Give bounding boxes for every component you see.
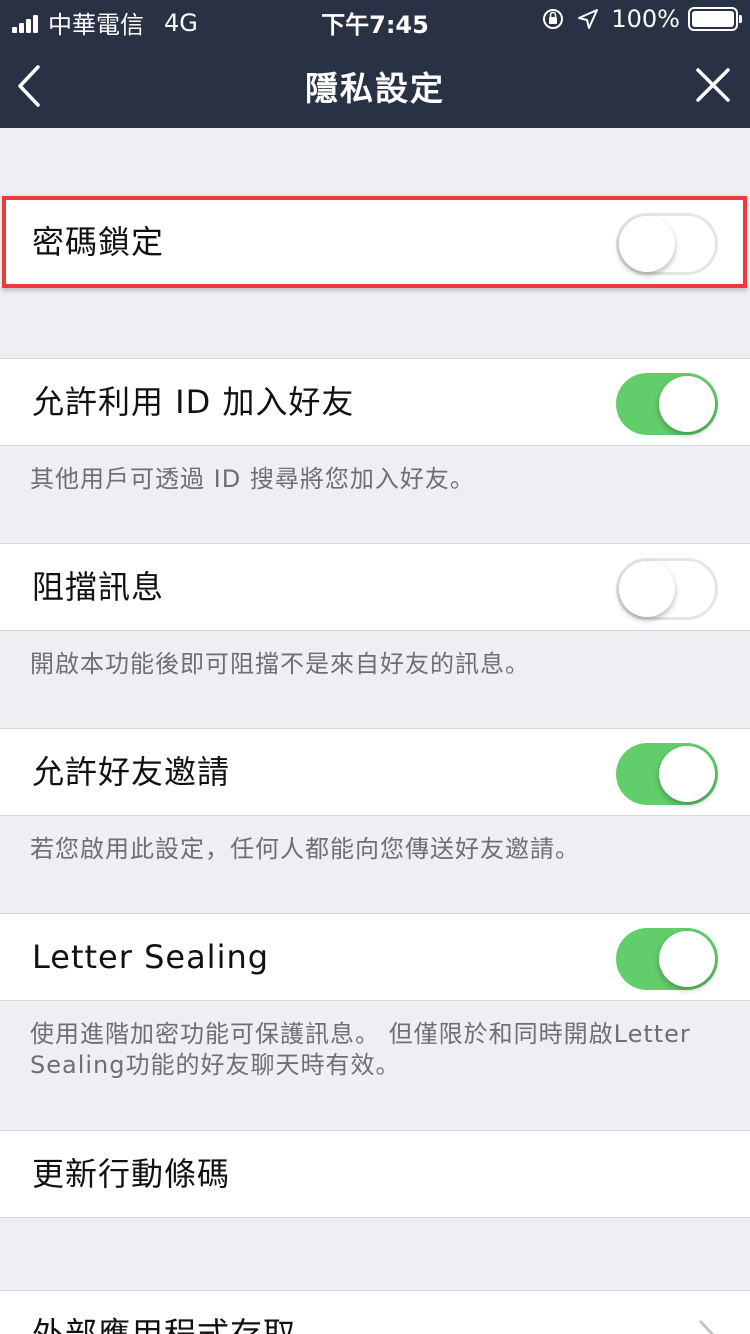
location-icon <box>577 8 599 30</box>
rotation-lock-icon <box>541 7 565 31</box>
setting-label: 阻擋訊息 <box>32 568 165 606</box>
highlight-box <box>2 196 747 288</box>
allow-friend-invites-toggle[interactable] <box>616 743 718 805</box>
setting-description-line-1: 使用進階加密功能可保護訊息。 但僅限於和同時開啟Letter <box>30 1020 691 1048</box>
status-bar: 中華電信 4G 下午7:45 100% <box>0 0 750 40</box>
toggle-knob <box>659 931 715 987</box>
toggle-knob <box>659 376 715 432</box>
setting-row-allow-id-add: 允許利用 ID 加入好友 <box>0 358 750 446</box>
setting-row-letter-sealing: Letter Sealing <box>0 913 750 1001</box>
toggle-knob <box>619 561 675 617</box>
setting-description: 開啟本功能後即可阻擋不是來自好友的訊息。 <box>30 650 530 678</box>
setting-label: 更新行動條碼 <box>32 1155 231 1193</box>
toggle-knob <box>659 746 715 802</box>
app-header: 中華電信 4G 下午7:45 100% 隱私設定 <box>0 0 750 128</box>
setting-description: 其他用戶可透過 ID 搜尋將您加入好友。 <box>30 465 475 493</box>
allow-id-add-toggle[interactable] <box>616 373 718 435</box>
battery-icon <box>688 7 742 31</box>
setting-label: 允許好友邀請 <box>32 753 231 791</box>
letter-sealing-toggle[interactable] <box>616 928 718 990</box>
setting-label: Letter Sealing <box>32 938 270 976</box>
setting-description-line-2: Sealing功能的好友聊天時有效。 <box>30 1051 401 1079</box>
block-messages-toggle[interactable] <box>616 558 718 620</box>
setting-label: 外部應用程式存取 <box>32 1315 297 1334</box>
close-icon[interactable] <box>696 68 730 102</box>
setting-label: 允許利用 ID 加入好友 <box>32 383 355 421</box>
status-right: 100% <box>541 5 742 33</box>
battery-percent: 100% <box>611 5 680 33</box>
setting-row-allow-friend-invites: 允許好友邀請 <box>0 728 750 816</box>
setting-row-external-app-access[interactable]: 外部應用程式存取 <box>0 1290 750 1334</box>
setting-row-block-messages: 阻擋訊息 <box>0 543 750 631</box>
page-title: 隱私設定 <box>305 69 445 108</box>
nav-bar: 隱私設定 <box>0 44 750 128</box>
chevron-right-icon <box>698 1319 716 1334</box>
setting-description: 若您啟用此設定，任何人都能向您傳送好友邀請。 <box>30 835 580 863</box>
setting-row-update-qr[interactable]: 更新行動條碼 <box>0 1130 750 1218</box>
